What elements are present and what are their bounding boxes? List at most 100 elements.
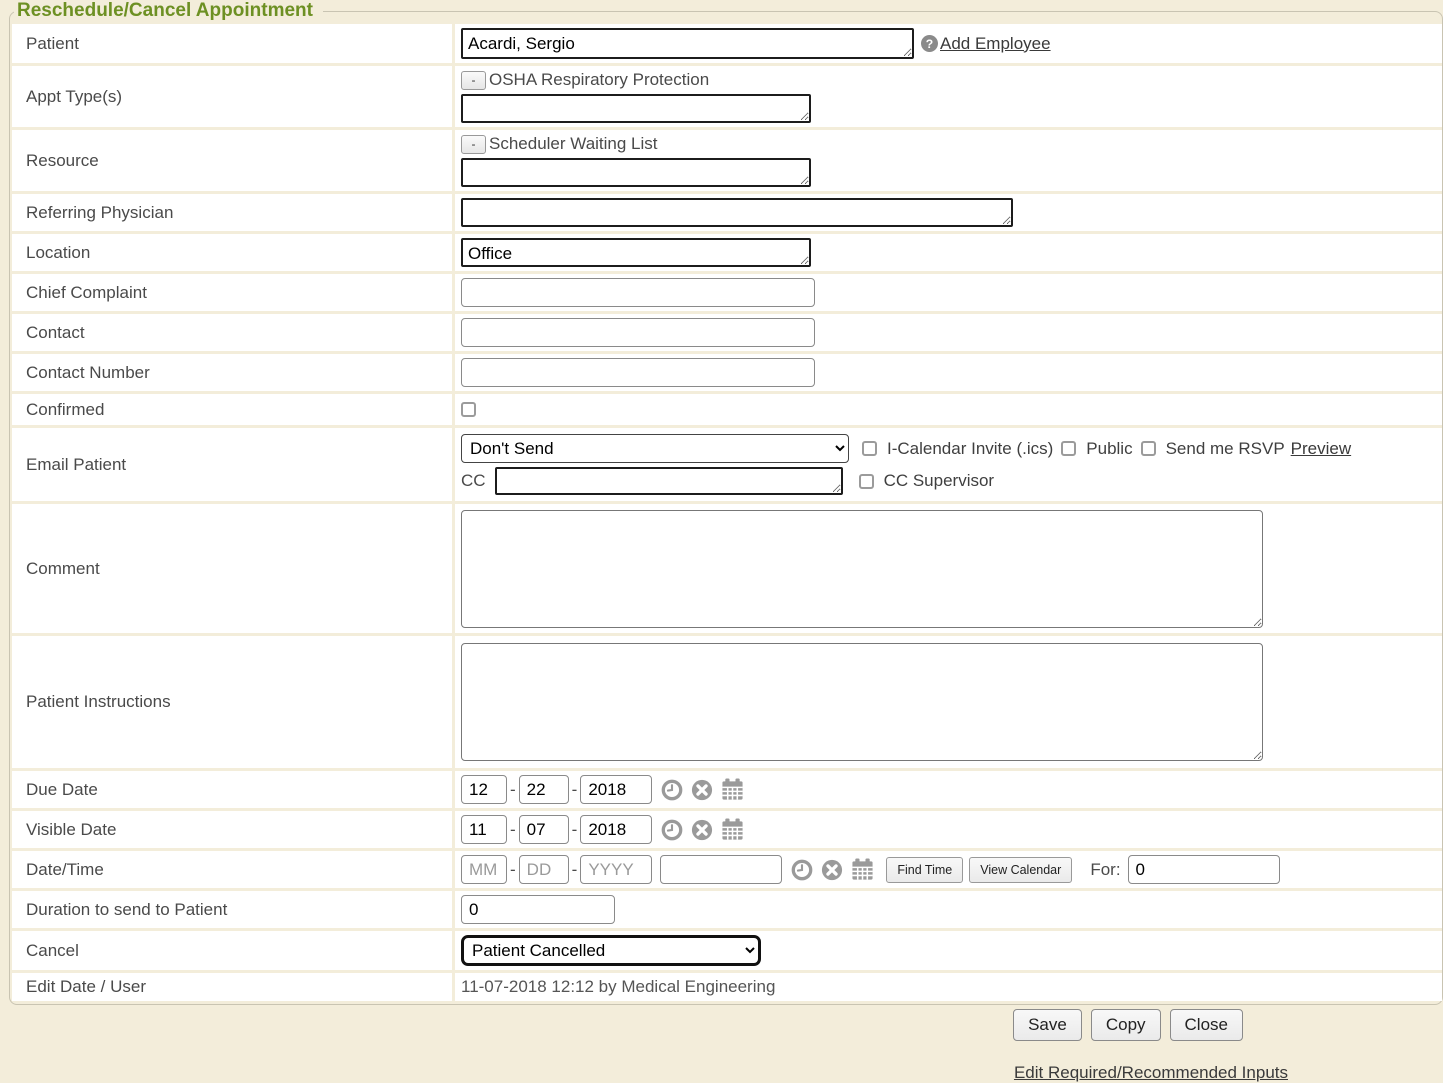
duration-label: Duration to send to Patient (12, 891, 452, 928)
referring-physician-label: Referring Physician (12, 194, 452, 231)
row-comment: Comment (12, 504, 1442, 633)
remove-resource-button[interactable]: - (461, 135, 486, 154)
visible-date-day-input[interactable] (519, 815, 569, 844)
row-confirmed: Confirmed (12, 394, 1442, 425)
cancel-reason-select[interactable]: Patient Cancelled (461, 935, 761, 966)
duration-input[interactable] (461, 895, 615, 924)
row-contact: Contact (12, 314, 1442, 351)
visible-date-label: Visible Date (12, 811, 452, 848)
row-location: Location Office (12, 234, 1442, 271)
row-cancel: Cancel Patient Cancelled (12, 931, 1442, 970)
close-button[interactable]: Close (1170, 1009, 1243, 1041)
due-date-day-input[interactable] (519, 775, 569, 804)
calendar-icon[interactable] (721, 818, 744, 841)
patient-label: Patient (12, 24, 452, 63)
x-circle-icon[interactable] (691, 819, 713, 841)
edit-date-user-value: 11-07-2018 12:12 by Medical Engineering (461, 977, 775, 997)
cc-supervisor-label: CC Supervisor (884, 471, 995, 491)
due-date-year-input[interactable] (580, 775, 652, 804)
due-date-month-input[interactable] (461, 775, 507, 804)
preview-link[interactable]: Preview (1291, 439, 1351, 459)
referring-physician-input[interactable] (461, 198, 1013, 227)
clock-icon[interactable] (661, 819, 683, 841)
for-label: For: (1090, 860, 1120, 880)
comment-textarea[interactable] (461, 510, 1263, 628)
due-date-label: Due Date (12, 771, 452, 808)
appt-types-label: Appt Type(s) (12, 66, 452, 127)
cc-label: CC (461, 471, 486, 491)
date-time-time-input[interactable] (660, 855, 782, 884)
date-separator: - (510, 820, 516, 840)
send-me-rsvp-label: Send me RSVP (1166, 439, 1285, 459)
cancel-label: Cancel (12, 931, 452, 970)
appt-type-search-input[interactable] (461, 94, 811, 123)
resource-selected: Scheduler Waiting List (489, 134, 658, 154)
row-patient-instructions: Patient Instructions (12, 636, 1442, 768)
add-employee-link[interactable]: Add Employee (940, 34, 1051, 54)
row-email-patient: Email Patient Don't Send I-Calendar Invi… (12, 428, 1442, 501)
email-patient-label: Email Patient (12, 428, 452, 501)
x-circle-icon[interactable] (691, 779, 713, 801)
edit-required-inputs-link[interactable]: Edit Required/Recommended Inputs (1014, 1063, 1288, 1082)
date-time-day-input[interactable] (519, 855, 569, 884)
date-separator: - (510, 780, 516, 800)
email-send-select[interactable]: Don't Send (461, 434, 849, 463)
chief-complaint-label: Chief Complaint (12, 274, 452, 311)
clock-icon[interactable] (661, 779, 683, 801)
page-title: Reschedule/Cancel Appointment (14, 0, 323, 22)
row-patient: Patient Acardi, Sergio ? Add Employee (12, 24, 1442, 63)
public-checkbox[interactable] (1061, 441, 1076, 456)
view-calendar-button[interactable]: View Calendar (969, 857, 1072, 883)
reschedule-cancel-form: Reschedule/Cancel Appointment Patient Ac… (9, 0, 1443, 1005)
for-input[interactable] (1128, 855, 1280, 884)
row-contact-number: Contact Number (12, 354, 1442, 391)
patient-input[interactable]: Acardi, Sergio (461, 28, 914, 59)
contact-input[interactable] (461, 318, 815, 347)
date-separator: - (572, 860, 578, 880)
date-separator: - (510, 860, 516, 880)
row-duration: Duration to send to Patient (12, 891, 1442, 928)
icalendar-invite-label: I-Calendar Invite (.ics) (887, 439, 1053, 459)
save-button[interactable]: Save (1013, 1009, 1082, 1041)
confirmed-label: Confirmed (12, 394, 452, 425)
form-table: Patient Acardi, Sergio ? Add Employee Ap… (12, 24, 1442, 1001)
x-circle-icon[interactable] (821, 859, 843, 881)
chief-complaint-input[interactable] (461, 278, 815, 307)
appt-type-selected: OSHA Respiratory Protection (489, 70, 709, 90)
clock-icon[interactable] (791, 859, 813, 881)
visible-date-year-input[interactable] (580, 815, 652, 844)
calendar-icon[interactable] (851, 858, 874, 881)
row-edit-date-user: Edit Date / User 11-07-2018 12:12 by Med… (12, 973, 1442, 1001)
help-icon[interactable]: ? (921, 35, 938, 52)
public-label: Public (1086, 439, 1132, 459)
location-label: Location (12, 234, 452, 271)
patient-instructions-textarea[interactable] (461, 643, 1263, 761)
find-time-button[interactable]: Find Time (886, 857, 963, 883)
send-me-rsvp-checkbox[interactable] (1141, 441, 1156, 456)
confirmed-checkbox[interactable] (461, 402, 476, 417)
icalendar-invite-checkbox[interactable] (862, 441, 877, 456)
contact-label: Contact (12, 314, 452, 351)
date-time-month-input[interactable] (461, 855, 507, 884)
resource-search-input[interactable] (461, 158, 811, 187)
resource-label: Resource (12, 130, 452, 191)
location-input[interactable]: Office (461, 238, 811, 267)
date-separator: - (572, 780, 578, 800)
cc-supervisor-checkbox[interactable] (859, 474, 874, 489)
row-appt-types: Appt Type(s) - OSHA Respiratory Protecti… (12, 66, 1442, 127)
remove-appt-type-button[interactable]: - (461, 71, 486, 90)
cc-input[interactable] (495, 467, 843, 495)
contact-number-input[interactable] (461, 358, 815, 387)
date-time-label: Date/Time (12, 851, 452, 888)
row-chief-complaint: Chief Complaint (12, 274, 1442, 311)
row-date-time: Date/Time - - Find Time View Calendar Fo… (12, 851, 1442, 888)
comment-label: Comment (12, 504, 452, 633)
calendar-icon[interactable] (721, 778, 744, 801)
row-referring-physician: Referring Physician (12, 194, 1442, 231)
copy-button[interactable]: Copy (1091, 1009, 1161, 1041)
date-time-year-input[interactable] (580, 855, 652, 884)
patient-instructions-label: Patient Instructions (12, 636, 452, 768)
visible-date-month-input[interactable] (461, 815, 507, 844)
row-due-date: Due Date - - (12, 771, 1442, 808)
row-resource: Resource - Scheduler Waiting List (12, 130, 1442, 191)
